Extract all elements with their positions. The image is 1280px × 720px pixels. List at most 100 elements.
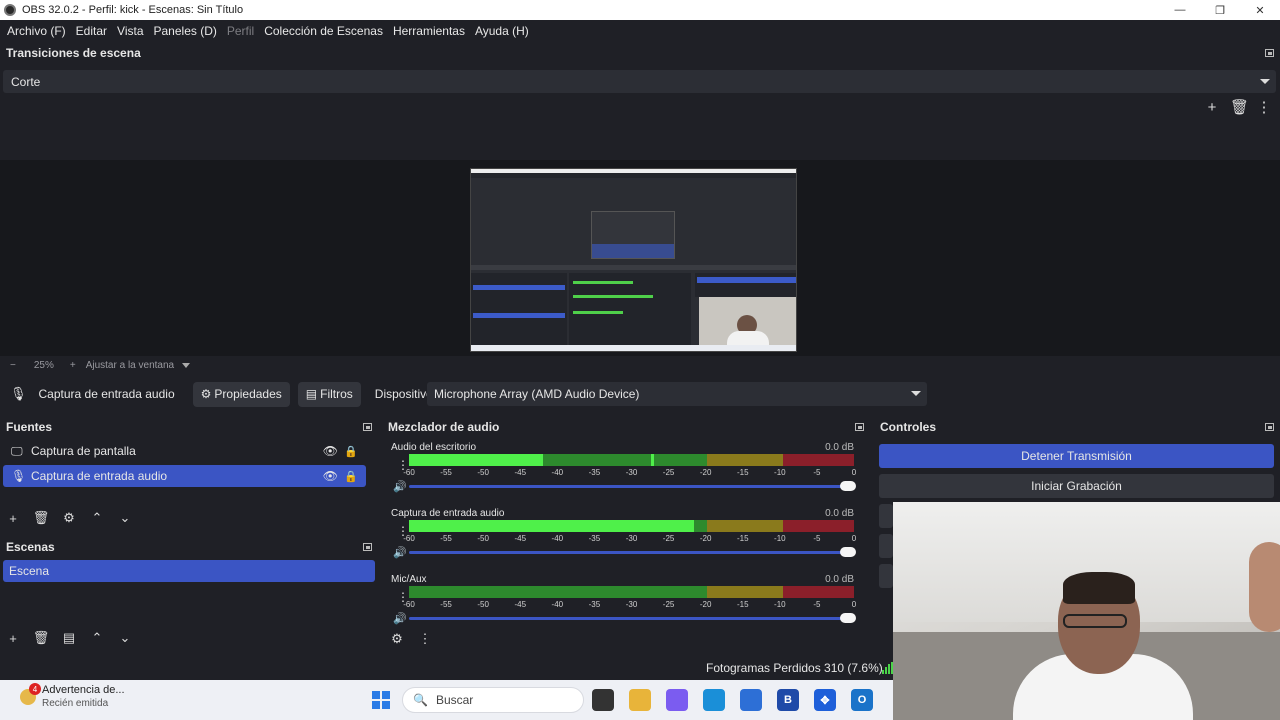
controls-title: Controles [880, 420, 937, 434]
device-label: Dispositivo [374, 387, 433, 401]
filters-button[interactable]: ▤ Filtros [297, 381, 361, 407]
float-dock-icon[interactable] [363, 423, 372, 431]
zoom-bar: − 25% + Ajustar a la ventana [0, 358, 191, 372]
task-view-icon[interactable] [592, 689, 614, 711]
search-icon: 🔍 [413, 693, 428, 707]
volume-meter [409, 586, 854, 598]
meter-ticks: -60 -55 -50 -45 -40 -35 -30 -25 -20 -15 -10 -5 0 [403, 468, 856, 478]
plus-icon[interactable]: + [4, 511, 22, 526]
zoom-out-button[interactable]: − [10, 360, 16, 371]
meter-tick-label: -45 [514, 468, 527, 477]
slider-knob[interactable] [840, 481, 856, 491]
outlook-icon[interactable]: O [851, 689, 873, 711]
copilot-icon[interactable] [666, 689, 688, 711]
meter-tick-label: -50 [477, 600, 489, 609]
meter-tick-label: -50 [477, 534, 489, 543]
menu-item-ayuda[interactable]: Ayuda (H) [470, 24, 534, 38]
notification-text: Advertencia de... Recién emitida [42, 684, 125, 710]
float-dock-icon[interactable] [1265, 49, 1274, 57]
maximize-icon[interactable]: ❐ [1200, 0, 1240, 20]
program-preview[interactable] [470, 168, 797, 352]
chevron-down-icon [911, 391, 921, 396]
slider-knob[interactable] [840, 613, 856, 623]
b-app-icon[interactable]: B [777, 689, 799, 711]
meter-tick-label: -40 [551, 534, 564, 543]
file-explorer-icon[interactable] [629, 689, 651, 711]
control-button-partial[interactable] [879, 504, 893, 528]
scene-item[interactable]: Escena [3, 560, 375, 582]
zoom-in-button[interactable]: + [70, 360, 76, 371]
notification-widget[interactable]: 4 Advertencia de... Recién emitida [20, 683, 125, 710]
volume-slider[interactable] [409, 481, 856, 491]
menu-item-paneles[interactable]: Paneles (D) [149, 24, 222, 38]
filters-label: Filtros [320, 387, 353, 401]
menu-item-archivo[interactable]: Archivo (F) [2, 24, 71, 38]
control-button-partial[interactable] [879, 534, 893, 558]
float-dock-icon[interactable] [1265, 423, 1274, 431]
meter-tick-label: -15 [736, 468, 749, 477]
speaker-icon[interactable]: 🔊 [393, 612, 407, 625]
meter-tick-label: -55 [440, 600, 452, 609]
source-item-screen-capture[interactable]: 🖵 Captura de pantalla 👁 🔒 [3, 440, 366, 462]
chevron-down-icon[interactable] [182, 362, 191, 368]
arrow-up-icon[interactable]: ⌃ [88, 510, 106, 526]
source-item-label: Captura de entrada audio [31, 469, 168, 483]
more-vertical-icon[interactable]: ⋮ [416, 631, 434, 647]
channel-name: Audio del escritorio [391, 442, 477, 453]
volume-slider[interactable] [409, 547, 856, 557]
eye-icon[interactable]: 👁 [323, 469, 338, 483]
menu-item-coleccion-escenas[interactable]: Colección de Escenas [259, 24, 388, 38]
gear-icon[interactable]: ⚙ [60, 510, 78, 526]
channel-db: 0.0 dB [825, 508, 854, 519]
menu-item-perfil[interactable]: Perfil [222, 24, 259, 38]
arrow-down-icon[interactable]: ⌄ [116, 510, 134, 526]
taskbar-search[interactable]: 🔍 Buscar [402, 687, 584, 713]
lock-icon[interactable]: 🔒 [344, 445, 358, 458]
control-button-partial[interactable] [879, 564, 893, 588]
zoom-fit-select[interactable]: Ajustar a la ventana [86, 360, 174, 371]
menu-item-vista[interactable]: Vista [112, 24, 148, 38]
plus-icon[interactable]: + [4, 631, 22, 646]
device-select[interactable]: Microphone Array (AMD Audio Device) [427, 382, 927, 406]
eye-icon[interactable]: 👁 [323, 444, 338, 458]
stop-stream-button[interactable]: Detener Transmisión [879, 444, 1274, 468]
trash-icon[interactable]: 🗑 [1230, 100, 1249, 116]
properties-button[interactable]: ⚙ Propiedades [192, 381, 290, 407]
notification-title: Advertencia de... [42, 684, 125, 696]
menu-item-editar[interactable]: Editar [71, 24, 112, 38]
float-dock-icon[interactable] [363, 543, 372, 551]
filter-icon[interactable]: ▤ [60, 630, 78, 646]
transition-selected-value: Corte [11, 74, 41, 89]
minimize-icon[interactable]: — [1160, 0, 1200, 20]
plus-icon[interactable]: + [1204, 100, 1220, 116]
speaker-icon[interactable]: 🔊 [393, 546, 407, 559]
stop-stream-label: Detener Transmisión [1021, 449, 1132, 463]
lock-icon[interactable]: 🔒 [344, 470, 358, 483]
trash-icon[interactable]: 🗑 [32, 510, 50, 526]
arrow-down-icon[interactable]: ⌄ [116, 630, 134, 646]
scenes-header: Escenas [0, 538, 378, 556]
chevron-down-icon [1260, 79, 1270, 84]
transition-select[interactable]: Corte [3, 70, 1276, 93]
windows-start-icon[interactable] [372, 691, 390, 709]
arrow-up-icon[interactable]: ⌃ [88, 630, 106, 646]
trash-icon[interactable]: 🗑 [32, 630, 50, 646]
meter-tick-label: -30 [625, 534, 638, 543]
float-dock-icon[interactable] [855, 423, 864, 431]
slider-knob[interactable] [840, 547, 856, 557]
meter-tick-label: -40 [551, 468, 564, 477]
preview-taskbar [471, 345, 796, 351]
start-recording-button[interactable]: Iniciar Grabación [879, 474, 1274, 498]
preview-mixer-panel [569, 273, 691, 349]
volume-slider[interactable] [409, 613, 856, 623]
close-icon[interactable]: ✕ [1240, 0, 1280, 20]
store-icon[interactable] [740, 689, 762, 711]
edge-browser-icon[interactable] [703, 689, 725, 711]
source-item-audio-input[interactable]: 🎙 Captura de entrada audio 👁 🔒 [3, 465, 366, 487]
menu-item-herramientas[interactable]: Herramientas [388, 24, 470, 38]
speaker-icon[interactable]: 🔊 [393, 480, 407, 493]
microphone-icon: 🎙 [11, 469, 27, 483]
more-vertical-icon[interactable]: ⋮ [1256, 100, 1272, 116]
advanced-audio-gear-icon[interactable]: ⚙ [388, 631, 406, 647]
dropbox-icon[interactable]: ✥ [814, 689, 836, 711]
